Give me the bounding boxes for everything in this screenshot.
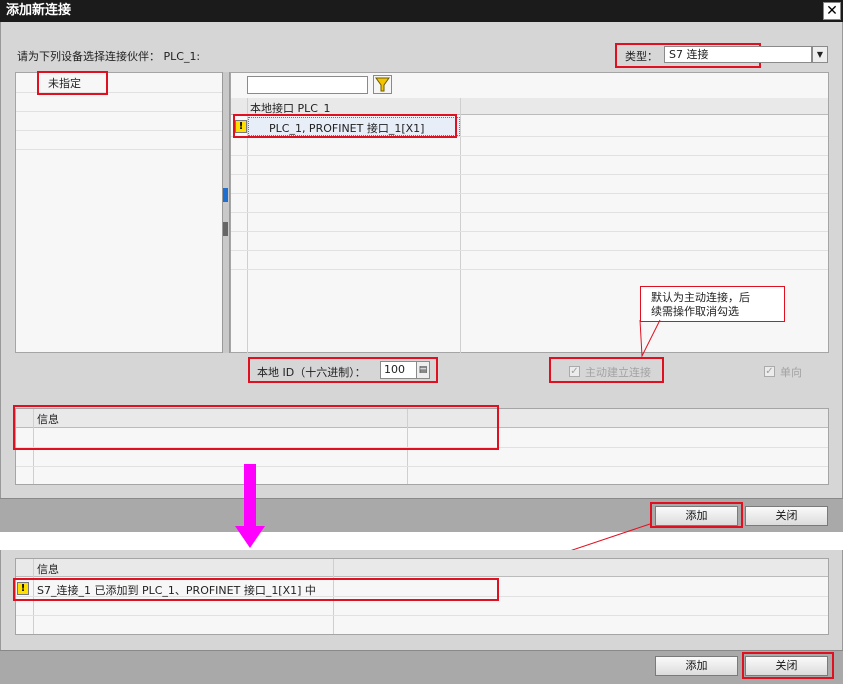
result-info-header-row (16, 559, 828, 577)
one-way-label: 单向 (780, 366, 802, 379)
type-label: 类型： (625, 50, 658, 63)
result-info-column-header[interactable]: 信息 (37, 561, 59, 577)
close-button[interactable]: 关闭 (745, 506, 828, 526)
result-close-highlight (742, 652, 834, 679)
callout-pointer (639, 319, 661, 358)
result-add-button[interactable]: 添加 (655, 656, 738, 676)
splitter-collapse-left[interactable] (223, 188, 228, 202)
partner-tree-panel (15, 72, 224, 353)
info-highlight (13, 405, 499, 450)
tree-item-unspecified[interactable]: 未指定 (48, 75, 81, 91)
splitter-collapse-right[interactable] (223, 222, 228, 236)
funnel-icon[interactable] (373, 75, 392, 94)
spinner-icon[interactable]: ▤ (416, 361, 430, 379)
dialog-titlebar: 添加新连接 (0, 0, 843, 22)
callout-line-2: 续需操作取消勾选 (651, 305, 739, 318)
select-partner-label: 请为下列设备选择连接伙伴： PLC_1: (17, 50, 201, 63)
local-id-input[interactable]: 100 (380, 361, 417, 379)
chevron-down-icon[interactable]: ▼ (812, 46, 828, 63)
active-connection-label: 主动建立连接 (585, 366, 651, 379)
arrow-down-icon (235, 464, 265, 548)
result-message-highlight (13, 578, 499, 601)
local-id-label: 本地 ID（十六进制）： (257, 366, 366, 379)
close-icon[interactable]: ✕ (823, 2, 841, 20)
type-select[interactable]: S7 连接 (664, 46, 812, 63)
add-button-highlight (650, 502, 743, 528)
filter-input[interactable] (247, 76, 368, 94)
active-connection-checkbox[interactable]: ✓ (569, 366, 580, 377)
dialog-title: 添加新连接 (6, 3, 72, 18)
interface-row-highlight (233, 114, 457, 138)
callout-note: 默认为主动连接，后 续需操作取消勾选 (640, 286, 785, 322)
callout-line-1: 默认为主动连接，后 (651, 291, 750, 304)
splitter[interactable] (222, 72, 230, 353)
one-way-checkbox[interactable]: ✓ (764, 366, 775, 377)
